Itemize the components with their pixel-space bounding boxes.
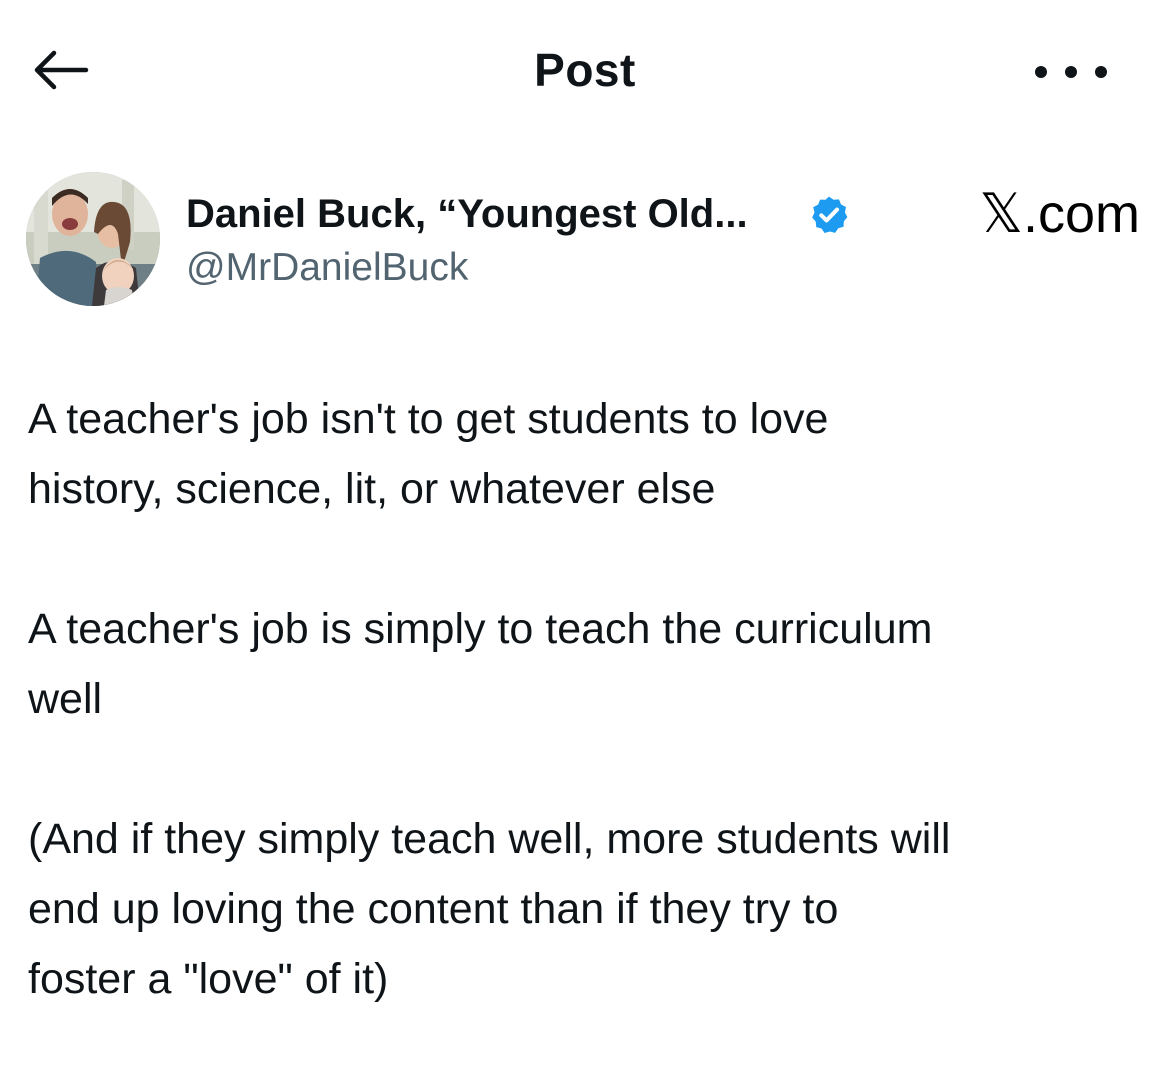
brand-domain-suffix: .com xyxy=(1022,184,1140,244)
author-display-name[interactable]: Daniel Buck, “Youngest Old... xyxy=(186,188,748,240)
page-title: Post xyxy=(534,44,636,96)
avatar-photo xyxy=(26,172,160,306)
post-paragraph-3: (And if they simply teach well, more stu… xyxy=(28,815,951,1003)
author-header: Daniel Buck, “Youngest Old... @MrDanielB… xyxy=(26,172,1146,312)
author-handle[interactable]: @MrDanielBuck xyxy=(186,242,468,294)
x-logo-icon: 𝕏 xyxy=(979,182,1023,245)
avatar[interactable] xyxy=(26,172,160,306)
top-bar: Post xyxy=(0,0,1170,140)
more-horizontal-icon xyxy=(1035,66,1107,78)
post-paragraph-2: A teacher's job is simply to teach the c… xyxy=(28,605,933,723)
post-paragraph-1: A teacher's job isn't to get students to… xyxy=(28,395,829,513)
x-com-watermark: 𝕏.com xyxy=(979,182,1140,246)
verified-badge-icon xyxy=(812,196,848,234)
post-text: A teacher's job isn't to get students to… xyxy=(28,384,1148,1084)
more-options-button[interactable] xyxy=(1026,52,1116,92)
